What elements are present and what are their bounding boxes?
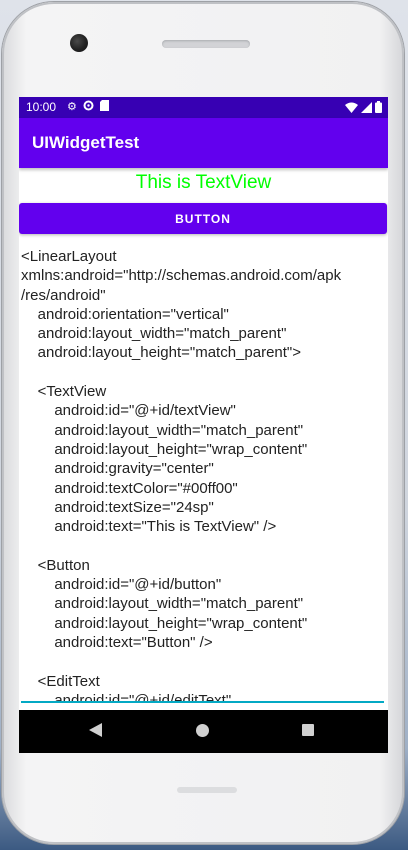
bottom-speaker [177, 787, 237, 793]
text-view: This is TextView [135, 172, 272, 193]
edit-text-line: <LinearLayout [21, 248, 117, 265]
earpiece-speaker [162, 40, 250, 48]
edit-text-line: xmlns:android="http://schemas.android.co… [21, 267, 342, 285]
device-screen: 10:00 ⚙ UIWidgetTest This is TextView BU… [19, 97, 388, 753]
home-icon[interactable] [196, 724, 209, 737]
edit-text-line [21, 363, 386, 382]
edit-text-line: android:textSize="24sp" [21, 498, 214, 516]
edit-text-line: android:orientation="vertical" [21, 305, 229, 323]
edit-text-line: android:layout_width="match_parent" [21, 421, 304, 439]
edit-text-line: android:layout_height="wrap_content" [21, 614, 308, 632]
data-saver-icon [83, 100, 94, 114]
status-bar: 10:00 ⚙ [19, 97, 388, 118]
edit-text-line: android:text="This is TextView" /> [21, 518, 277, 536]
edit-text-line: android:id="@+id/button" [21, 576, 222, 594]
back-icon[interactable] [89, 723, 102, 742]
edit-text-line: android:layout_width="match_parent" [21, 325, 287, 343]
app-bar: UIWidgetTest [19, 118, 388, 168]
edit-text-line: android:layout_height="match_parent"> [21, 344, 302, 362]
navigation-bar [19, 710, 388, 753]
edit-text-line: <Button [21, 556, 90, 574]
edit-text-underline [21, 701, 384, 703]
edit-text-line: android:gravity="center" [21, 460, 214, 478]
edit-text-line: <TextView [21, 383, 107, 401]
edit-text-line: <EditText [21, 672, 100, 690]
main-button[interactable]: BUTTON [19, 203, 387, 234]
edit-text-line [21, 652, 386, 671]
status-icons-left: ⚙ [67, 100, 109, 114]
sd-card-icon [99, 100, 109, 114]
edit-text-line: android:id="@+id/textView" [21, 402, 236, 420]
edit-text-line: android:text="Button" /> [21, 633, 213, 651]
signal-icon [361, 101, 372, 116]
edit-text-field[interactable]: <LinearLayout xmlns:android="http://schem… [21, 247, 386, 702]
gear-icon: ⚙ [67, 101, 77, 113]
front-camera [70, 34, 88, 52]
edit-text-line: android:textColor="#00ff00" [21, 479, 238, 497]
edit-text-line: android:layout_height="wrap_content" [21, 440, 308, 458]
wifi-icon [345, 102, 358, 116]
battery-icon [375, 101, 382, 116]
app-title: UIWidgetTest [32, 133, 140, 152]
edit-text-line: /res/android" [21, 286, 106, 304]
status-icons-right [345, 101, 382, 116]
recents-icon[interactable] [302, 724, 314, 736]
edit-text-line: android:layout_width="match_parent" [21, 595, 304, 613]
status-time: 10:00 [26, 100, 57, 114]
edit-text-line [21, 536, 386, 555]
